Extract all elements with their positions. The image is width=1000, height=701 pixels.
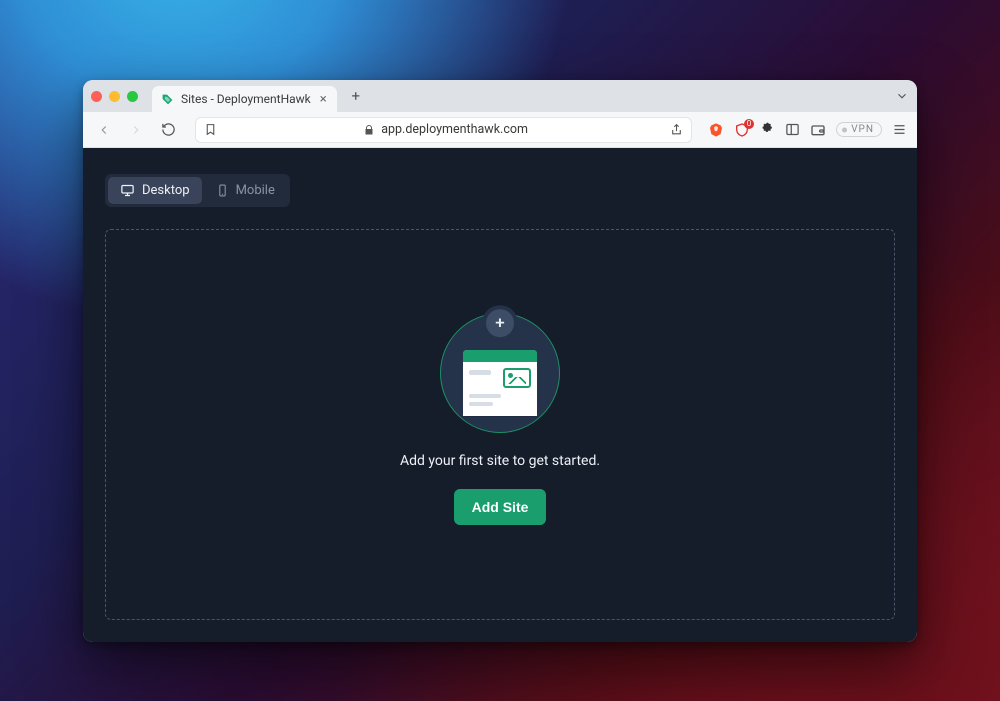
share-icon[interactable]: [670, 123, 683, 136]
view-toggle-desktop-label: Desktop: [142, 183, 190, 198]
empty-state: + Add your first site to get started. Ad…: [400, 313, 600, 525]
window-controls: [91, 91, 138, 102]
vpn-label: VPN: [851, 124, 874, 135]
mobile-icon: [216, 183, 229, 198]
browser-toolbar: app.deploymenthawk.com 0: [83, 112, 917, 148]
empty-state-illustration: +: [440, 313, 560, 433]
sidebar-icon[interactable]: [785, 122, 800, 137]
plus-badge-icon: +: [486, 309, 514, 337]
app-viewport: Desktop Mobile +: [83, 148, 917, 642]
view-toggle: Desktop Mobile: [105, 174, 290, 207]
view-toggle-row: Desktop Mobile: [83, 174, 917, 207]
wallet-icon[interactable]: [810, 122, 826, 138]
address-url: app.deploymenthawk.com: [381, 122, 528, 137]
window-zoom-button[interactable]: [127, 91, 138, 102]
tab-favicon-icon: [160, 92, 174, 106]
shields-badge-count: 0: [744, 119, 755, 129]
window-minimize-button[interactable]: [109, 91, 120, 102]
nav-forward-button[interactable]: [125, 119, 147, 141]
tabs-overflow-icon[interactable]: [895, 89, 909, 103]
tab-strip: Sites - DeploymentHawk × +: [83, 80, 917, 112]
tab-title: Sites - DeploymentHawk: [181, 92, 311, 106]
page-mock-icon: [463, 350, 537, 416]
browser-window: Sites - DeploymentHawk × + app.deplo: [83, 80, 917, 642]
bookmark-icon[interactable]: [204, 123, 217, 136]
extensions-icon[interactable]: [760, 122, 775, 137]
view-toggle-mobile-label: Mobile: [236, 183, 275, 198]
reload-button[interactable]: [157, 119, 179, 141]
desktop-icon: [120, 183, 135, 198]
tab-close-icon[interactable]: ×: [320, 93, 327, 106]
nav-back-button[interactable]: [93, 119, 115, 141]
vpn-pill[interactable]: VPN: [836, 122, 882, 137]
browser-tab-active[interactable]: Sites - DeploymentHawk ×: [152, 86, 337, 112]
view-toggle-mobile[interactable]: Mobile: [204, 177, 287, 204]
view-toggle-desktop[interactable]: Desktop: [108, 177, 202, 204]
window-close-button[interactable]: [91, 91, 102, 102]
address-bar[interactable]: app.deploymenthawk.com: [195, 117, 692, 143]
empty-state-card: + Add your first site to get started. Ad…: [105, 229, 895, 620]
shields-icon[interactable]: 0: [734, 122, 750, 138]
brave-icon[interactable]: [708, 122, 724, 138]
add-site-button[interactable]: Add Site: [454, 489, 547, 525]
menu-icon[interactable]: [892, 122, 907, 137]
empty-state-message: Add your first site to get started.: [400, 453, 600, 469]
lock-icon: [363, 124, 375, 136]
new-tab-button[interactable]: +: [345, 85, 367, 107]
